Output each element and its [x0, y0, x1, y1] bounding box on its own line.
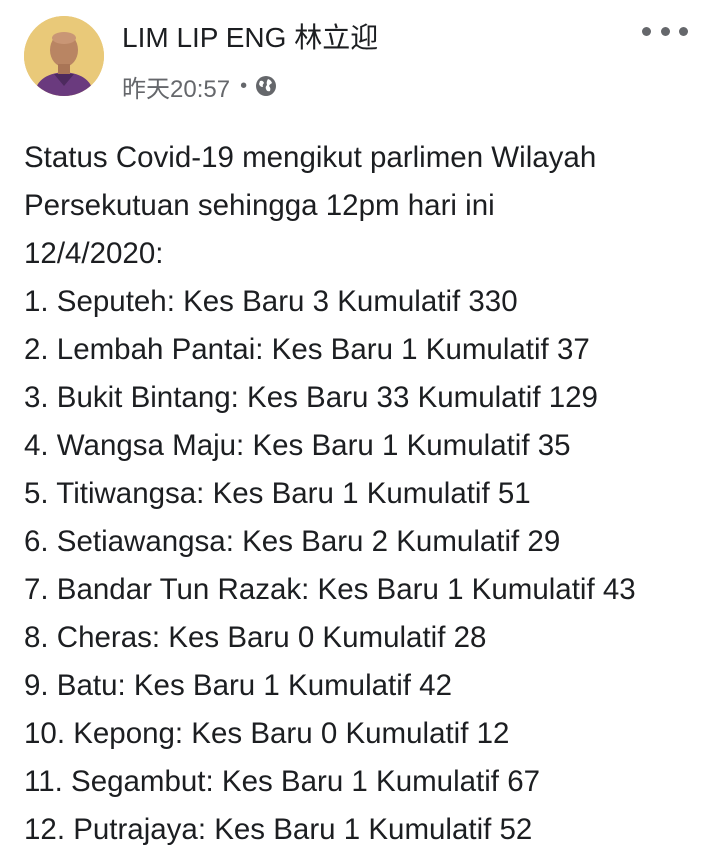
- list-item: 4. Wangsa Maju: Kes Baru 1 Kumulatif 35: [24, 429, 571, 462]
- avatar-photo: [24, 16, 104, 96]
- list-item: 2. Lembah Pantai: Kes Baru 1 Kumulatif 3…: [24, 333, 590, 366]
- list-item: 5. Titiwangsa: Kes Baru 1 Kumulatif 51: [24, 477, 531, 510]
- post-text-line: 12/4/2020:: [24, 237, 164, 270]
- list-item: 9. Batu: Kes Baru 1 Kumulatif 42: [24, 669, 452, 702]
- list-item: 11. Segambut: Kes Baru 1 Kumulatif 67: [24, 765, 541, 798]
- globe-icon[interactable]: [255, 75, 277, 97]
- post-body: Status Covid-19 mengikut parlimen Wilaya…: [24, 134, 714, 854]
- more-dot: [660, 26, 670, 36]
- more-dot: [642, 26, 651, 36]
- list-item: 1. Seputeh: Kes Baru 3 Kumulatif 330: [24, 285, 518, 318]
- meta-separator: •: [240, 74, 248, 97]
- more-dot: [679, 26, 688, 36]
- post-timestamp[interactable]: 昨天20:57: [122, 69, 230, 104]
- post-header: LIM LIP ENG 林立迎 昨天20:57 •: [0, 0, 717, 110]
- list-item: 7. Bandar Tun Razak: Kes Baru 1 Kumulati…: [24, 573, 636, 606]
- list-item: 12. Putrajaya: Kes Baru 1 Kumulatif 52: [24, 813, 533, 846]
- author-name[interactable]: LIM LIP ENG 林立迎: [122, 20, 378, 56]
- post-meta: 昨天20:57 •: [122, 69, 277, 104]
- post-text-line: Status Covid-19 mengikut parlimen Wilaya…: [24, 141, 597, 174]
- list-item: 3. Bukit Bintang: Kes Baru 33 Kumulatif …: [24, 381, 598, 414]
- more-options-icon[interactable]: [642, 18, 688, 44]
- list-item: 6. Setiawangsa: Kes Baru 2 Kumulatif 29: [24, 525, 561, 558]
- list-item: 8. Cheras: Kes Baru 0 Kumulatif 28: [24, 621, 487, 654]
- list-item: 10. Kepong: Kes Baru 0 Kumulatif 12: [24, 717, 510, 750]
- post-text-line: Persekutuan sehingga 12pm hari ini: [24, 189, 495, 222]
- author-avatar[interactable]: [24, 16, 104, 96]
